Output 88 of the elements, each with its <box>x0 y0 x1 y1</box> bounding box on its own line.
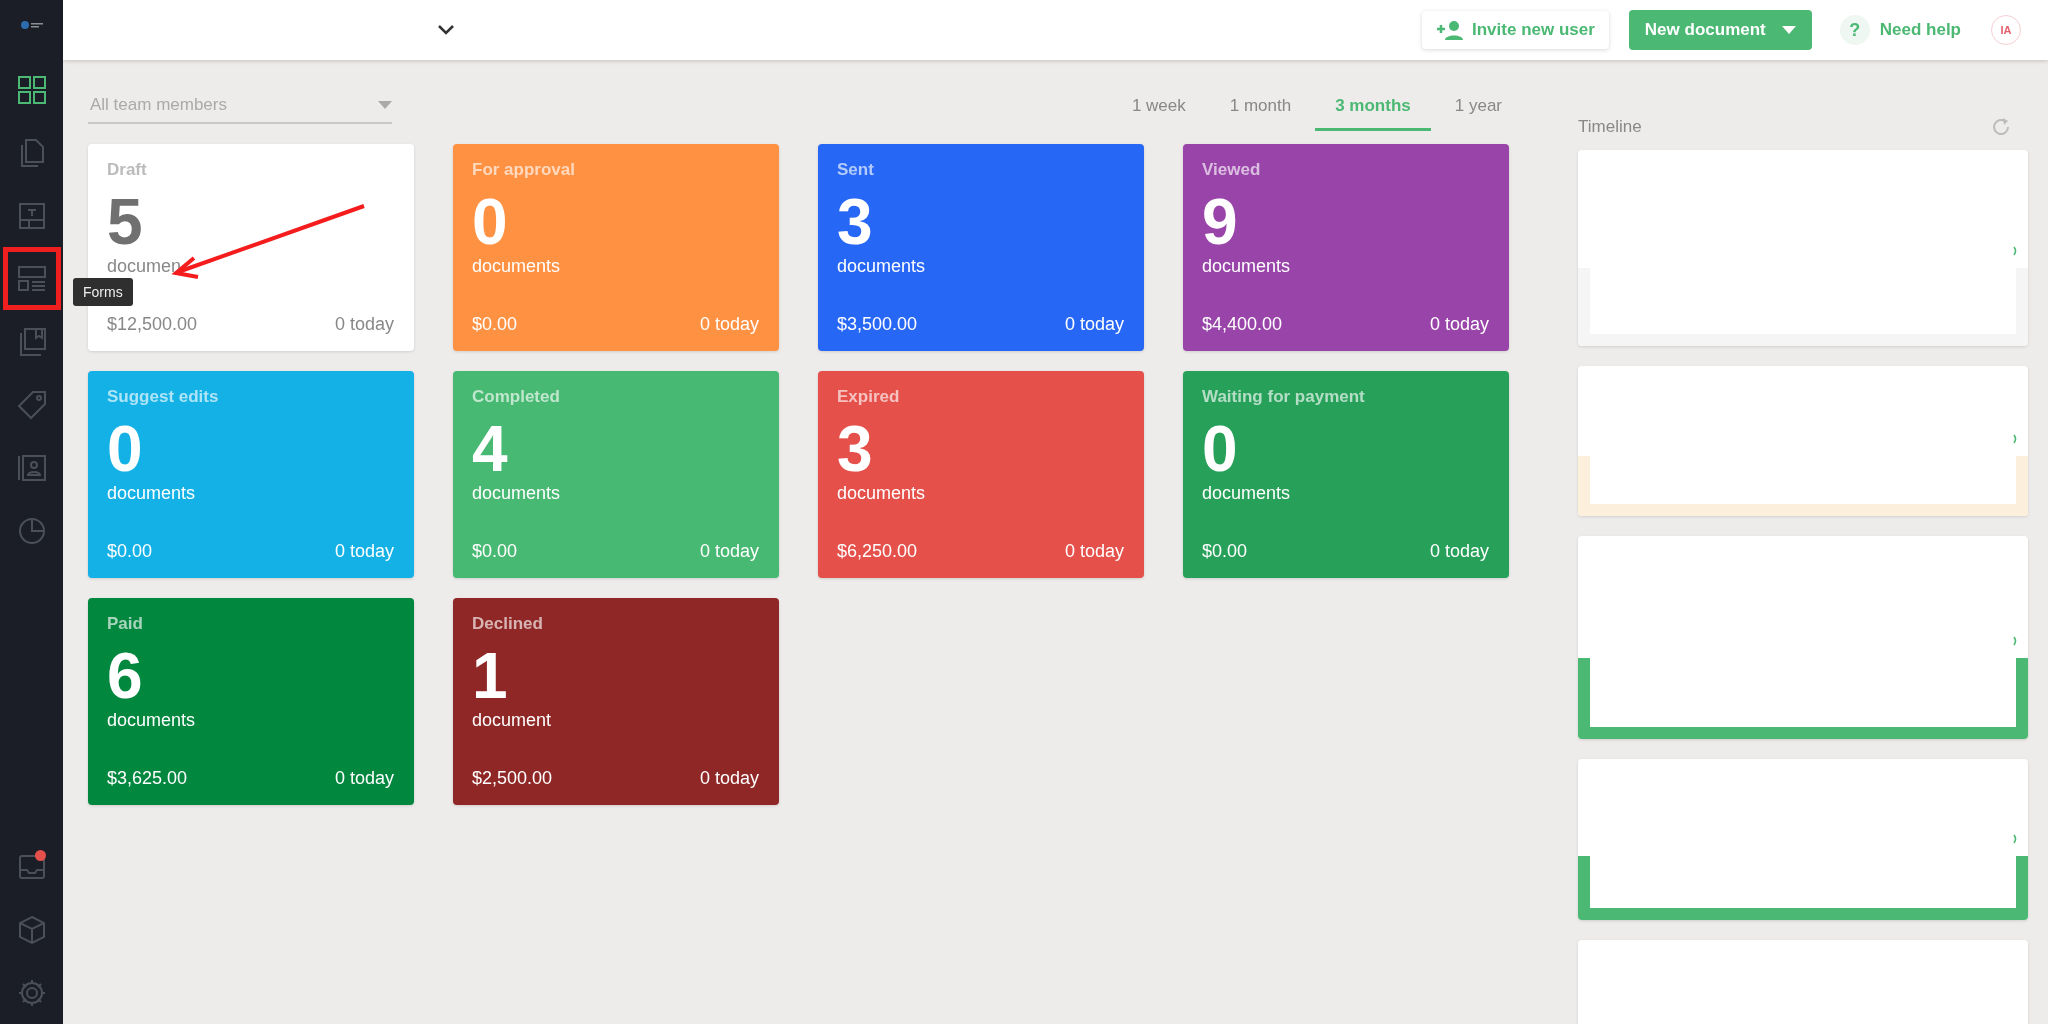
logo-icon <box>20 20 43 30</box>
today-count: 0 today <box>699 768 759 789</box>
today-count: 0 today <box>334 541 394 562</box>
document-count: 3 <box>837 190 873 254</box>
today-count: 0 today <box>334 768 394 789</box>
help-text: Need help <box>1879 20 1961 40</box>
card-title: Suggest edits <box>107 387 219 407</box>
period-tab[interactable]: 1 week <box>1111 87 1206 131</box>
count-unit: documents <box>837 256 926 277</box>
amount: $2,500.00 <box>472 768 553 789</box>
today-count: 0 today <box>1064 541 1124 562</box>
invite-user-button[interactable]: Invite new user <box>1422 11 1609 49</box>
team-member-field[interactable]: All team members <box>88 94 378 116</box>
count-unit: documents <box>107 710 196 731</box>
document-count: 9 <box>1202 190 1238 254</box>
count-unit: documents <box>472 483 561 504</box>
amount: $3,500.00 <box>837 314 918 335</box>
today-count: 0 today <box>1429 541 1489 562</box>
document-count: 0 <box>472 190 508 254</box>
caret-icon <box>1781 26 1796 34</box>
card-title: Declined <box>472 614 543 634</box>
count-unit: documents <box>472 256 561 277</box>
today-count: 0 today <box>334 314 394 335</box>
help-link[interactable]: ? Need help <box>1839 15 1961 45</box>
status-card[interactable]: Paid 6 documents $3,625.00 0 today <box>88 598 414 805</box>
period-tab[interactable]: 1 year <box>1434 87 1522 131</box>
count-unit: documents <box>107 483 196 504</box>
card-title: Sent <box>837 160 874 180</box>
arc-icon <box>2013 434 2018 444</box>
status-card[interactable]: Completed 4 documents $0.00 0 today <box>453 371 779 578</box>
amount: $0.00 <box>107 541 153 562</box>
document-count: 1 <box>472 644 508 708</box>
today-count: 0 today <box>699 314 759 335</box>
today-count: 0 today <box>1064 314 1124 335</box>
status-card[interactable]: Declined 1 document $2,500.00 0 today <box>453 598 779 805</box>
document-count: 0 <box>107 417 143 481</box>
tag-icon <box>15 388 48 421</box>
caret-icon[interactable] <box>378 101 392 109</box>
card-title: Expired <box>837 387 900 407</box>
count-unit: document <box>472 710 552 731</box>
status-card[interactable]: For approval 0 documents $0.00 0 today <box>453 144 779 351</box>
timeline-card[interactable] <box>1578 759 2028 920</box>
today-count: 0 today <box>699 541 759 562</box>
document-count: 0 <box>1202 417 1238 481</box>
timeline-title: Timeline <box>1578 117 1642 137</box>
amount: $4,400.00 <box>1202 314 1283 335</box>
status-card[interactable]: Suggest edits 0 documents $0.00 0 today <box>88 371 414 578</box>
new-document-button[interactable]: New document <box>1628 10 1812 50</box>
timeline-card[interactable] <box>1578 536 2028 739</box>
card-title: Completed <box>472 387 560 407</box>
amount: $0.00 <box>1202 541 1248 562</box>
timeline-card[interactable] <box>1578 150 2028 346</box>
count-unit: documents <box>837 483 926 504</box>
card-title: Draft <box>107 160 147 180</box>
notification-dot <box>34 850 46 861</box>
period-tab[interactable]: 1 month <box>1209 87 1312 131</box>
amount: $0.00 <box>472 314 518 335</box>
timeline-card[interactable] <box>1578 366 2028 516</box>
refresh-icon[interactable] <box>1990 116 2012 138</box>
amount: $6,250.00 <box>837 541 918 562</box>
card-title: Paid <box>107 614 143 634</box>
count-unit: documents <box>1202 256 1291 277</box>
card-title: Waiting for payment <box>1202 387 1365 407</box>
arc-icon <box>2013 245 2018 256</box>
status-card[interactable]: Expired 3 documents $6,250.00 0 today <box>818 371 1144 578</box>
card-title: For approval <box>472 160 575 180</box>
sidebar-item[interactable] <box>2 247 61 310</box>
status-card[interactable]: Viewed 9 documents $4,400.00 0 today <box>1183 144 1509 351</box>
document-count: 3 <box>837 417 873 481</box>
amount: $0.00 <box>472 541 518 562</box>
count-unit: documen <box>107 256 182 277</box>
amount: $12,500.00 <box>107 314 198 335</box>
document-count: 5 <box>107 190 143 254</box>
help-icon: ? <box>1839 15 1870 45</box>
arc-icon <box>2013 635 2018 646</box>
add-user-icon <box>1436 20 1464 40</box>
card-title: Viewed <box>1202 160 1261 180</box>
status-card[interactable]: Waiting for payment 0 documents $0.00 0 today <box>1183 371 1509 578</box>
arc-icon <box>2013 833 2018 844</box>
document-count: 4 <box>472 417 508 481</box>
grid-icon <box>15 73 48 106</box>
tooltip: Forms <box>73 278 133 306</box>
count-unit: documents <box>1202 483 1291 504</box>
status-card[interactable]: Sent 3 documents $3,500.00 0 today <box>818 144 1144 351</box>
period-tab[interactable]: 3 months <box>1315 87 1431 131</box>
today-count: 0 today <box>1429 314 1489 335</box>
amount: $3,625.00 <box>107 768 188 789</box>
document-count: 6 <box>107 644 143 708</box>
